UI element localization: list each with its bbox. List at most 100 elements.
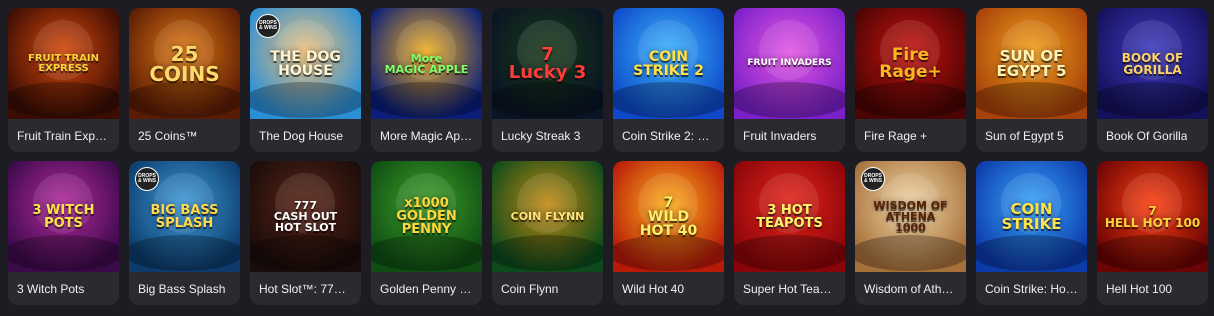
game-card[interactable]: SUN OF EGYPT 5 Sun of Egypt 5 bbox=[976, 8, 1087, 152]
game-logo-text: THE DOG HOUSE bbox=[270, 48, 341, 79]
game-title[interactable]: The Dog House bbox=[250, 119, 361, 152]
game-card[interactable]: More MAGIC APPLE More Magic Apple bbox=[371, 8, 482, 152]
game-logo-text: 777 CASH OUT HOT SLOT bbox=[273, 199, 338, 234]
game-logo-text: x1000 GOLDEN PENNY bbox=[396, 196, 457, 237]
game-thumbnail[interactable]: BIG BASS SPLASH DROPS & WINS bbox=[129, 161, 240, 272]
game-logo-text: 7 Lucky 3 bbox=[508, 43, 587, 83]
game-title[interactable]: Coin Strike: Hold and Win bbox=[976, 272, 1087, 305]
game-logo-text: More MAGIC APPLE bbox=[384, 51, 469, 76]
game-logo-text: WISDOM OF ATHENA 1000 bbox=[873, 199, 948, 234]
game-title-text: Big Bass Splash bbox=[138, 281, 226, 296]
game-logo-text: BOOK OF GORILLA bbox=[1121, 50, 1184, 77]
game-thumbnail[interactable]: 3 HOT TEAPOTS bbox=[734, 161, 845, 272]
game-title[interactable]: Book Of Gorilla bbox=[1097, 119, 1208, 152]
game-thumbnail[interactable]: FRUIT INVADERS bbox=[734, 8, 845, 119]
game-grid: FRUIT TRAIN EXPRESS Fruit Train Express 25… bbox=[8, 8, 1208, 305]
game-logo-text: BIG BASS SPLASH bbox=[150, 202, 219, 231]
game-title-text: More Magic Apple bbox=[380, 128, 473, 143]
game-title-text: Wild Hot 40 bbox=[622, 281, 685, 296]
game-title-text: Hell Hot 100 bbox=[1106, 281, 1173, 296]
game-title[interactable]: Fruit Train Express bbox=[8, 119, 119, 152]
game-thumbnail[interactable]: More MAGIC APPLE bbox=[371, 8, 482, 119]
game-title-text: Fruit Train Express bbox=[17, 128, 110, 143]
game-title[interactable]: Fire Rage + bbox=[855, 119, 966, 152]
game-card[interactable]: BOOK OF GORILLA Book Of Gorilla bbox=[1097, 8, 1208, 152]
game-title[interactable]: Big Bass Splash bbox=[129, 272, 240, 305]
game-title-text: Coin Strike 2: Hold and Win bbox=[622, 128, 715, 143]
game-title-text: 25 Coins™ bbox=[138, 128, 198, 143]
game-logo-text: COIN FLYNN bbox=[510, 210, 585, 223]
game-card[interactable]: BIG BASS SPLASH DROPS & WINS Big Bass Spla… bbox=[129, 161, 240, 305]
game-card[interactable]: 3 WITCH POTS 3 Witch Pots bbox=[8, 161, 119, 305]
game-title-text: Lucky Streak 3 bbox=[501, 128, 581, 143]
game-card[interactable]: 7 WILD HOT 40 Wild Hot 40 bbox=[613, 161, 724, 305]
game-logo-text: COIN STRIKE bbox=[1001, 199, 1062, 233]
game-title-text: Hot Slot™: 777 Cash Out bbox=[259, 281, 352, 296]
game-title-text: Wisdom of Athena 1000 bbox=[864, 281, 957, 296]
game-logo-text: 3 WITCH POTS bbox=[32, 202, 95, 231]
game-thumbnail[interactable]: BOOK OF GORILLA bbox=[1097, 8, 1208, 119]
game-title[interactable]: Fruit Invaders bbox=[734, 119, 845, 152]
game-thumbnail[interactable]: Fire Rage+ bbox=[855, 8, 966, 119]
game-card[interactable]: 3 HOT TEAPOTS Super Hot Teapots bbox=[734, 161, 845, 305]
game-card[interactable]: 7 HELL HOT 100 Hell Hot 100 bbox=[1097, 161, 1208, 305]
game-thumbnail[interactable]: THE DOG HOUSE DROPS & WINS bbox=[250, 8, 361, 119]
game-thumbnail[interactable]: 7 HELL HOT 100 bbox=[1097, 161, 1208, 272]
game-logo-text: 25 COINS bbox=[149, 41, 220, 86]
game-title[interactable]: Golden Penny x1000 bbox=[371, 272, 482, 305]
game-title-text: 3 Witch Pots bbox=[17, 281, 85, 296]
game-card[interactable]: FRUIT INVADERS Fruit Invaders bbox=[734, 8, 845, 152]
game-title[interactable]: More Magic Apple bbox=[371, 119, 482, 152]
game-logo-text: SUN OF EGYPT 5 bbox=[996, 46, 1067, 80]
game-card[interactable]: FRUIT TRAIN EXPRESS Fruit Train Express bbox=[8, 8, 119, 152]
game-card[interactable]: WISDOM OF ATHENA 1000 DROPS & WINS Wisdom … bbox=[855, 161, 966, 305]
game-thumbnail[interactable]: 777 CASH OUT HOT SLOT bbox=[250, 161, 361, 272]
game-title[interactable]: Sun of Egypt 5 bbox=[976, 119, 1087, 152]
game-title[interactable]: 25 Coins™ bbox=[129, 119, 240, 152]
drops-wins-badge: DROPS & WINS bbox=[256, 14, 280, 38]
game-title-text: The Dog House bbox=[259, 128, 344, 143]
game-thumbnail[interactable]: 7 WILD HOT 40 bbox=[613, 161, 724, 272]
game-title[interactable]: Wild Hot 40 bbox=[613, 272, 724, 305]
game-logo-text: 3 HOT TEAPOTS bbox=[756, 202, 823, 231]
game-card[interactable]: 777 CASH OUT HOT SLOT Hot Slot™: 777 Cash… bbox=[250, 161, 361, 305]
game-title-text: Super Hot Teapots bbox=[743, 281, 836, 296]
game-card[interactable]: COIN STRIKE Coin Strike: Hold and Win bbox=[976, 161, 1087, 305]
game-thumbnail[interactable]: SUN OF EGYPT 5 bbox=[976, 8, 1087, 119]
game-card[interactable]: Fire Rage+ Fire Rage + bbox=[855, 8, 966, 152]
game-logo-text: 7 HELL HOT 100 bbox=[1104, 203, 1201, 230]
game-title[interactable]: Lucky Streak 3 bbox=[492, 119, 603, 152]
game-thumbnail[interactable]: FRUIT TRAIN EXPRESS bbox=[8, 8, 119, 119]
game-card[interactable]: THE DOG HOUSE DROPS & WINS The Dog House bbox=[250, 8, 361, 152]
game-title[interactable]: Coin Strike 2: Hold and Win bbox=[613, 119, 724, 152]
game-title-text: Book Of Gorilla bbox=[1106, 128, 1188, 143]
game-title[interactable]: Super Hot Teapots bbox=[734, 272, 845, 305]
game-thumbnail[interactable]: 7 Lucky 3 bbox=[492, 8, 603, 119]
game-title-text: Coin Flynn bbox=[501, 281, 559, 296]
game-card[interactable]: 7 Lucky 3 Lucky Streak 3 bbox=[492, 8, 603, 152]
game-title[interactable]: Coin Flynn bbox=[492, 272, 603, 305]
game-title[interactable]: Hell Hot 100 bbox=[1097, 272, 1208, 305]
game-thumbnail[interactable]: 3 WITCH POTS bbox=[8, 161, 119, 272]
game-logo-text: FRUIT INVADERS bbox=[747, 58, 832, 68]
game-thumbnail[interactable]: 25 COINS bbox=[129, 8, 240, 119]
game-logo-text: 7 WILD HOT 40 bbox=[639, 194, 698, 239]
drops-wins-badge: DROPS & WINS bbox=[135, 167, 159, 191]
game-thumbnail[interactable]: COIN STRIKE 2 bbox=[613, 8, 724, 119]
game-card[interactable]: 25 COINS 25 Coins™ bbox=[129, 8, 240, 152]
game-title-text: Coin Strike: Hold and Win bbox=[985, 281, 1078, 296]
game-title[interactable]: 3 Witch Pots bbox=[8, 272, 119, 305]
game-thumbnail[interactable]: WISDOM OF ATHENA 1000 DROPS & WINS bbox=[855, 161, 966, 272]
game-card[interactable]: COIN FLYNN Coin Flynn bbox=[492, 161, 603, 305]
game-thumbnail[interactable]: COIN STRIKE bbox=[976, 161, 1087, 272]
game-title-text: Fruit Invaders bbox=[743, 128, 817, 143]
game-thumbnail[interactable]: COIN FLYNN bbox=[492, 161, 603, 272]
game-logo-text: COIN STRIKE 2 bbox=[633, 48, 704, 79]
game-title[interactable]: Hot Slot™: 777 Cash Out bbox=[250, 272, 361, 305]
game-thumbnail[interactable]: x1000 GOLDEN PENNY bbox=[371, 161, 482, 272]
game-title[interactable]: Wisdom of Athena 1000 bbox=[855, 272, 966, 305]
game-card[interactable]: x1000 GOLDEN PENNY Golden Penny x1000 bbox=[371, 161, 482, 305]
game-card[interactable]: COIN STRIKE 2 Coin Strike 2: Hold and Win bbox=[613, 8, 724, 152]
game-logo-text: Fire Rage+ bbox=[879, 44, 942, 82]
game-logo-text: FRUIT TRAIN EXPRESS bbox=[27, 52, 100, 74]
